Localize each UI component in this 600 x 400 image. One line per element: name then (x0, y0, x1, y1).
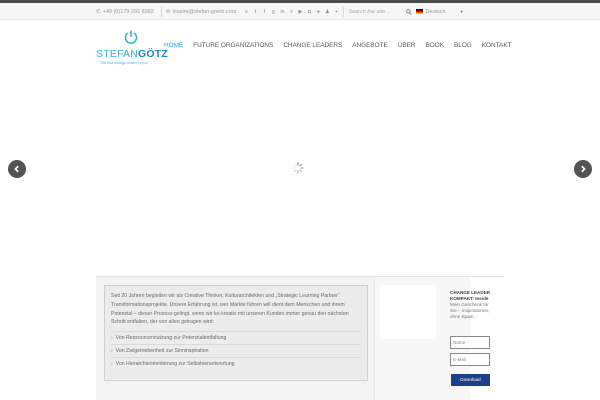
list-item-label: Von Zielgetriebenheit zur Sinninspiratio… (115, 347, 209, 354)
divider (160, 6, 162, 17)
nav-item-future-organizations[interactable]: FUTURE ORGANIZATIONS (193, 42, 273, 49)
email-address[interactable]: inspire@stefan-goetz.com (172, 9, 236, 15)
signup-title-suffix: Inside (475, 296, 489, 301)
google-plus-icon[interactable]: g (270, 9, 276, 15)
intro-paragraph: Seit 20 Jahren begleiten wir als Creativ… (111, 293, 349, 326)
email-field[interactable]: E-Mail (450, 353, 490, 366)
xing-icon[interactable]: x (288, 9, 294, 15)
group-icon[interactable]: ♟ (324, 9, 330, 15)
instagram-icon[interactable]: ◘ (306, 9, 312, 15)
book-image (380, 285, 436, 339)
logo-word-light: STEFAN (96, 48, 139, 60)
nav-item-book[interactable]: BOOK (426, 42, 444, 49)
language-switcher[interactable]: Deutsch ▼ (416, 9, 464, 15)
nav-item-ueber[interactable]: ÜBER (398, 42, 416, 49)
intro-box: Seit 20 Jahren begleiten wir als Creativ… (104, 285, 368, 381)
rss-icon[interactable]: ▪ (333, 9, 339, 15)
social-icons: s t f g in x ▶ ◘ ● ♟ ▪ (243, 9, 339, 15)
flickr-icon[interactable]: ● (315, 9, 321, 15)
site-logo[interactable]: STEFANGÖTZ The true change-leader in you (96, 30, 168, 70)
list-item-label: Von Ressourcennutzung zur Potenzialentfa… (115, 335, 227, 342)
mail-icon: ✉ (165, 8, 171, 15)
skype-icon[interactable]: s (243, 9, 249, 15)
slider-next-button[interactable] (574, 160, 592, 178)
german-flag-icon (416, 9, 424, 14)
logo-mark-icon (124, 30, 138, 44)
chevron-right-icon: › (111, 347, 113, 354)
email-contact[interactable]: ✉ inspire@stefan-goetz.com (166, 9, 237, 15)
linkedin-icon[interactable]: in (279, 9, 285, 15)
newsletter-signup: CHANGE LEADER KOMPAKT: Inside Mein Gesch… (450, 290, 495, 386)
list-item-label: Von Hierarchieorientierung zur Selbstver… (115, 360, 235, 367)
language-label[interactable]: Deutsch (425, 9, 445, 15)
content-section: Seit 20 Jahren begleiten wir als Creativ… (96, 276, 504, 400)
chevron-down-icon[interactable]: ▼ (460, 9, 464, 14)
nav-item-change-leaders[interactable]: CHANGE LEADERS (283, 42, 342, 49)
list-item: › Von Hierarchieorientierung zur Selbstv… (111, 356, 361, 369)
logo-word-bold: GÖTZ (138, 48, 169, 60)
twitter-icon[interactable]: t (252, 9, 258, 15)
nav-item-kontakt[interactable]: KONTAKT (482, 42, 512, 49)
list-item: › Von Zielgetriebenheit zur Sinninspirat… (111, 343, 361, 356)
nav-item-blog[interactable]: BLOG (454, 42, 472, 49)
phone-number[interactable]: +49 (0)179 292 8382 (103, 9, 154, 15)
download-button[interactable]: Download (451, 374, 490, 386)
name-field[interactable]: Name (450, 336, 490, 349)
nav-item-angebote[interactable]: ANGEBOTE (352, 42, 388, 49)
logo-tagline: The true change-leader in you (100, 61, 148, 65)
top-bar: ✆ +49 (0)179 292 8382 ✉ inspire@stefan-g… (0, 0, 600, 20)
search-placeholder[interactable]: Search the site... (348, 9, 389, 15)
search-icon[interactable] (406, 8, 413, 15)
chevron-right-icon: › (111, 335, 113, 342)
phone-icon: ✆ (96, 8, 101, 15)
facebook-icon[interactable]: f (261, 9, 267, 15)
chevron-right-icon: › (111, 360, 113, 367)
loading-spinner-icon (292, 162, 304, 174)
nav-item-home[interactable]: HOME (164, 42, 183, 49)
slider-prev-button[interactable] (8, 160, 26, 178)
list-item: › Von Ressourcennutzung zur Potenzialent… (111, 331, 361, 343)
phone-contact[interactable]: ✆ +49 (0)179 292 8382 (96, 9, 154, 15)
chevron-right-icon (581, 165, 586, 173)
main-nav: HOME FUTURE ORGANIZATIONS CHANGE LEADERS… (164, 42, 512, 49)
signup-title: CHANGE LEADER KOMPAKT: Inside (450, 290, 495, 302)
signup-description: Mein Geschenk für Sie – Inspirationen, o… (450, 302, 490, 319)
divider (343, 6, 345, 17)
search-input[interactable]: Search the site... (348, 8, 413, 15)
youtube-icon[interactable]: ▶ (297, 9, 303, 15)
logo-wordmark: STEFANGÖTZ (96, 48, 168, 60)
chevron-left-icon (14, 165, 19, 173)
